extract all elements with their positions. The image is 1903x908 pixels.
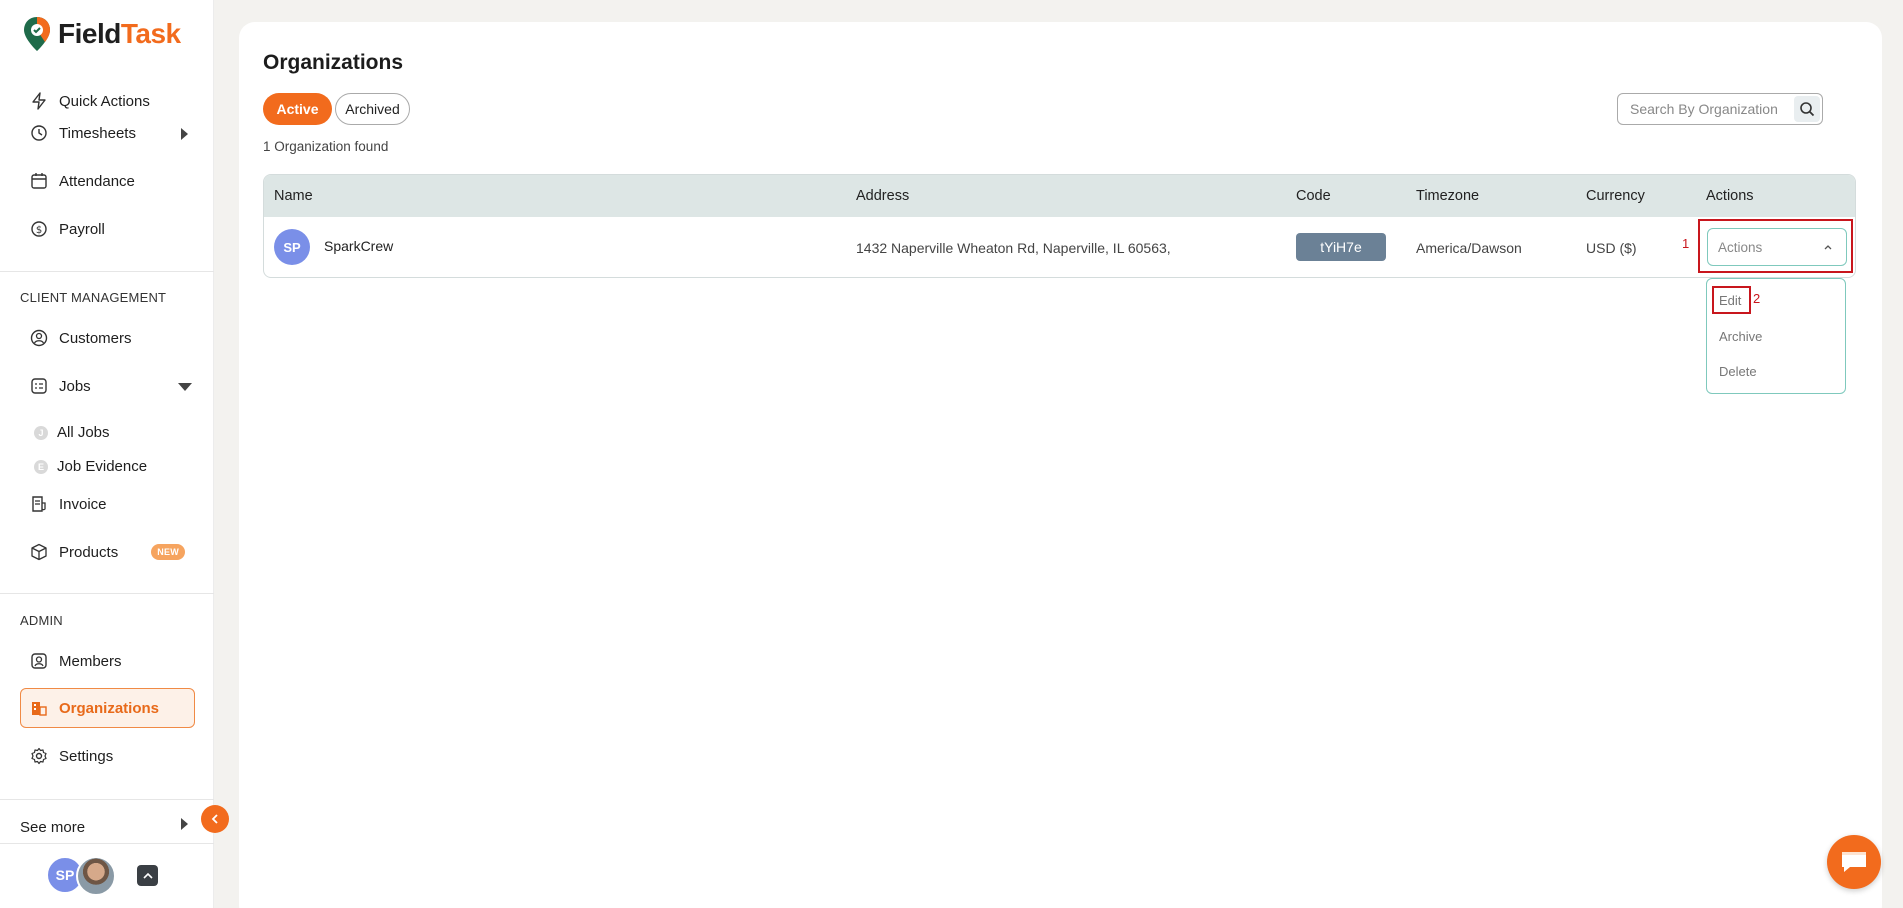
sidebar-item-attendance[interactable]: Attendance — [30, 172, 135, 190]
menu-item-archive[interactable]: Archive — [1719, 329, 1762, 344]
column-header-code: Code — [1296, 188, 1331, 204]
annotation-label-1: 1 — [1682, 236, 1690, 251]
sidebar-item-job-evidence[interactable]: E Job Evidence — [30, 458, 147, 475]
divider — [0, 593, 214, 594]
column-header-actions: Actions — [1706, 188, 1754, 204]
logo-pin-icon — [24, 17, 50, 51]
box-icon — [30, 543, 48, 561]
chevron-up-icon — [142, 872, 153, 879]
sidebar-item-label: Members — [59, 652, 122, 670]
sidebar-item-label: Settings — [59, 747, 114, 765]
expand-up-button[interactable] — [137, 865, 158, 886]
sidebar-item-label: Payroll — [59, 220, 105, 238]
search-input[interactable] — [1618, 94, 1788, 124]
chevron-right-icon[interactable] — [181, 128, 188, 140]
chevron-left-icon — [211, 814, 218, 824]
sidebar-item-organizations[interactable]: Organizations — [30, 699, 159, 717]
dollar-icon: $ — [30, 220, 48, 238]
collapse-sidebar-button[interactable] — [201, 805, 229, 833]
column-header-address: Address — [856, 188, 910, 204]
sidebar-item-label: Organizations — [59, 699, 160, 717]
see-more-label: See more — [20, 819, 86, 836]
sidebar-item-label: Invoice — [59, 495, 107, 513]
fieldtask-logo[interactable]: FieldTask — [22, 16, 181, 52]
see-more-link[interactable]: See more — [20, 819, 85, 836]
section-label-admin: ADMIN — [20, 613, 63, 628]
tab-active[interactable]: Active — [263, 93, 332, 125]
section-label-client-management: CLIENT MANAGEMENT — [20, 290, 167, 305]
organizations-table: Name Address Code Timezone Currency Acti… — [263, 174, 1856, 278]
jobs-icon — [30, 377, 48, 395]
member-icon — [30, 652, 48, 670]
sidebar-item-label: Jobs — [59, 377, 91, 395]
sidebar-item-label: Products — [59, 543, 119, 561]
result-count: 1 Organization found — [263, 139, 389, 154]
divider — [0, 799, 214, 800]
e-letter-icon: E — [34, 459, 48, 474]
sidebar-item-label: Quick Actions — [59, 92, 150, 110]
tab-archived[interactable]: Archived — [335, 93, 410, 125]
sidebar-item-label: All Jobs — [57, 424, 110, 441]
org-name[interactable]: SparkCrew — [324, 238, 393, 254]
gear-icon — [30, 747, 48, 765]
search-button[interactable] — [1794, 96, 1820, 122]
j-letter-icon: J — [34, 425, 48, 440]
sidebar-item-customers[interactable]: Customers — [30, 329, 132, 347]
sidebar-item-invoice[interactable]: Invoice — [30, 495, 107, 513]
sidebar-item-all-jobs[interactable]: J All Jobs — [30, 424, 110, 441]
main-content: Organizations Active Archived 1 Organiza… — [239, 22, 1882, 908]
chat-bubble-icon — [1842, 852, 1866, 872]
divider — [0, 843, 214, 844]
calendar-icon — [30, 172, 48, 190]
chat-button[interactable] — [1827, 835, 1881, 889]
organization-icon — [30, 699, 48, 717]
sidebar-item-products[interactable]: Products NEW — [30, 543, 186, 561]
search-icon — [1800, 102, 1815, 117]
divider — [0, 271, 214, 272]
sidebar-item-label: Customers — [59, 329, 132, 347]
user-avatar-photo[interactable] — [76, 856, 116, 896]
sidebar-item-label: Attendance — [59, 172, 135, 190]
lightning-icon — [30, 92, 48, 110]
svg-text:$: $ — [36, 225, 42, 236]
logo-text: FieldTask — [58, 18, 181, 49]
column-header-timezone: Timezone — [1416, 188, 1480, 204]
invoice-icon — [30, 495, 48, 513]
org-timezone: America/Dawson — [1416, 240, 1522, 256]
sidebar-item-label: Timesheets — [59, 124, 136, 142]
search-box — [1617, 93, 1823, 125]
sidebar-item-timesheets[interactable]: Timesheets — [30, 124, 136, 142]
column-header-name: Name — [274, 188, 313, 204]
sidebar-item-label: Job Evidence — [57, 458, 148, 475]
sidebar-item-members[interactable]: Members — [30, 652, 122, 670]
org-avatar: SP — [274, 229, 310, 265]
sidebar-item-settings[interactable]: Settings — [30, 747, 113, 765]
column-header-currency: Currency — [1586, 188, 1645, 204]
user-circle-icon — [30, 329, 48, 347]
sidebar-item-jobs[interactable]: Jobs — [30, 377, 91, 395]
annotation-box-2 — [1712, 286, 1751, 314]
sidebar-item-quick-actions[interactable]: Quick Actions — [30, 92, 150, 110]
org-address: 1432 Naperville Wheaton Rd, Naperville, … — [856, 240, 1171, 256]
sidebar-item-payroll[interactable]: $ Payroll — [30, 220, 105, 238]
menu-item-delete[interactable]: Delete — [1719, 364, 1757, 379]
page-title: Organizations — [263, 51, 404, 74]
org-code-badge: tYiH7e — [1296, 233, 1386, 261]
chevron-right-icon[interactable] — [181, 818, 188, 830]
chevron-down-icon[interactable] — [178, 383, 192, 391]
table-header: Name Address Code Timezone Currency Acti… — [264, 175, 1855, 217]
annotation-label-2: 2 — [1753, 291, 1761, 306]
org-currency: USD ($) — [1586, 240, 1637, 256]
annotation-box-1 — [1698, 219, 1853, 273]
sidebar: FieldTask Quick Actions Timesheets Atten… — [0, 0, 214, 908]
clock-icon — [30, 124, 48, 142]
new-badge: NEW — [151, 544, 186, 560]
